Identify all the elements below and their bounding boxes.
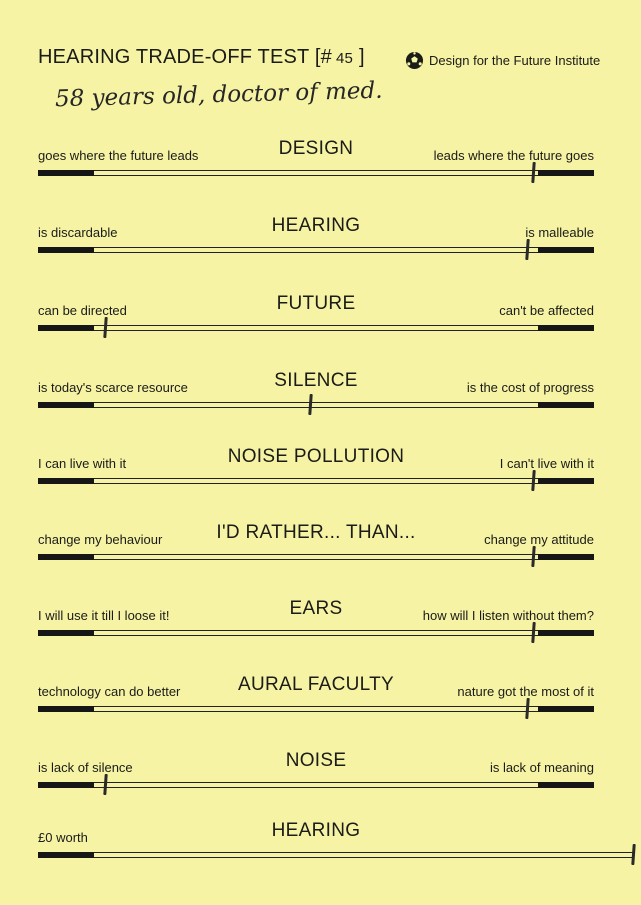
test-number: 45 bbox=[335, 50, 354, 67]
scale-row: change my behaviour I'D RATHER... THAN...… bbox=[38, 522, 594, 572]
scale-end-left bbox=[38, 554, 94, 560]
scale-end-right bbox=[538, 170, 594, 176]
scale-track bbox=[38, 706, 594, 712]
scale-right-label: change my attitude bbox=[484, 532, 594, 547]
institute-brand: Design for the Future Institute bbox=[405, 51, 600, 70]
scale-end-right bbox=[538, 706, 594, 712]
scale-right-label: leads where the future goes bbox=[433, 148, 594, 163]
scale-right-label: I can't live with it bbox=[499, 456, 594, 471]
respondent-note: 58 years old, doctor of med. bbox=[54, 77, 383, 113]
scale-track bbox=[38, 630, 594, 636]
scale-right-label: nature got the most of it bbox=[457, 684, 594, 699]
scale-end-right bbox=[538, 782, 594, 788]
scale-track bbox=[38, 247, 594, 253]
soccer-ball-icon bbox=[405, 51, 424, 70]
scale-heading: HEARING bbox=[271, 215, 361, 236]
scale-end-left bbox=[38, 630, 94, 636]
scale-track bbox=[38, 554, 594, 560]
scale-answer-mark bbox=[631, 843, 636, 866]
scale-row: technology can do better AURAL FACULTY nat… bbox=[38, 674, 594, 724]
scale-row: is discardable HEARING is malleable bbox=[38, 215, 594, 265]
test-title-close: ] bbox=[359, 46, 365, 68]
scale-row: can be directed FUTURE can't be affected bbox=[38, 293, 594, 343]
scale-end-left bbox=[38, 706, 94, 712]
scale-row: goes where the future leads DESIGN leads w… bbox=[38, 138, 594, 188]
scale-right-label: is malleable bbox=[525, 225, 594, 240]
institute-name: Design for the Future Institute bbox=[429, 53, 601, 68]
scale-end-right bbox=[538, 478, 594, 484]
scale-right-label: is the cost of progress bbox=[466, 380, 594, 395]
scale-row: is today's scarce resource SILENCE is the … bbox=[38, 370, 594, 420]
test-title-text: HEARING TRADE-OFF TEST [# bbox=[38, 46, 332, 68]
scale-end-right bbox=[538, 554, 594, 560]
scale-end-left bbox=[38, 782, 94, 788]
scale-right-label: can't be affected bbox=[499, 303, 594, 318]
scale-track bbox=[38, 402, 594, 408]
scale-track bbox=[38, 170, 594, 176]
scale-right-label: how will I listen without them? bbox=[422, 608, 594, 623]
test-title: HEARING TRADE-OFF TEST [# 45] bbox=[38, 46, 365, 69]
scale-end-left bbox=[38, 402, 94, 408]
scale-row: is lack of silence NOISE is lack of meanin… bbox=[38, 750, 594, 800]
scale-end-left bbox=[38, 478, 94, 484]
scale-heading: HEARING bbox=[271, 820, 361, 841]
scale-track bbox=[38, 325, 594, 331]
scale-end-right bbox=[538, 247, 594, 253]
scale-right-label: is lack of meaning bbox=[489, 760, 594, 775]
scale-row: I will use it till I loose it! EARS how wi… bbox=[38, 598, 594, 648]
scale-end-right bbox=[538, 402, 594, 408]
scale-row: I can live with it NOISE POLLUTION I can't… bbox=[38, 446, 594, 496]
scale-end-right bbox=[538, 630, 594, 636]
scale-row: £0 worth HEARING bbox=[38, 820, 636, 870]
scale-end-right bbox=[538, 325, 594, 331]
scale-track bbox=[38, 782, 594, 788]
scale-end-left bbox=[38, 325, 94, 331]
scale-end-left bbox=[38, 170, 94, 176]
scale-end-left bbox=[38, 247, 94, 253]
scale-track bbox=[38, 478, 594, 484]
scale-end-left bbox=[38, 852, 94, 858]
scale-track bbox=[38, 852, 634, 858]
